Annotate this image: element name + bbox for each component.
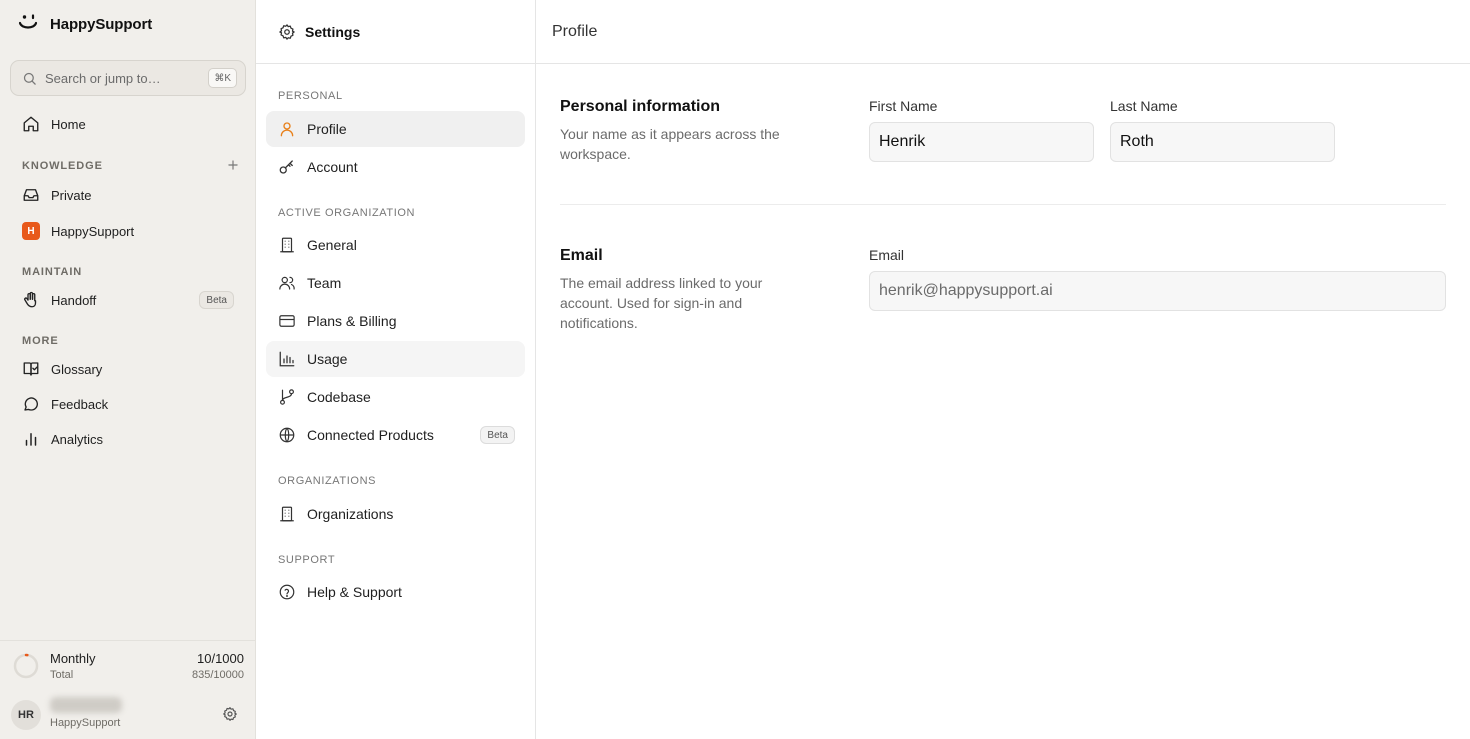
sidebar-item-happysupport[interactable]: H HappySupport [10, 215, 246, 247]
settings-header: Settings [256, 0, 535, 64]
search-bar[interactable]: Search or jump to… ⌘K [10, 60, 246, 96]
credit-card-icon [278, 312, 296, 330]
help-circle-icon [278, 583, 296, 601]
key-icon [278, 158, 296, 176]
search-placeholder: Search or jump to… [45, 70, 161, 86]
brand[interactable]: HappySupport [16, 12, 152, 36]
h-badge-icon: H [22, 222, 40, 240]
settings-item-help-support[interactable]: Help & Support [266, 574, 525, 610]
settings-item-connected-products[interactable]: Connected Products Beta [266, 417, 525, 453]
email-label: Email [869, 247, 905, 263]
search-shortcut: ⌘K [208, 68, 237, 88]
building-icon [278, 236, 296, 254]
git-branch-icon [278, 388, 296, 406]
user-menu[interactable]: HR HappySupport [0, 692, 256, 739]
sidebar-item-label: Home [51, 116, 86, 132]
search-icon [22, 71, 37, 86]
usage-ring [13, 653, 39, 679]
user-org: HappySupport [50, 717, 121, 729]
sidebar-item-analytics[interactable]: Analytics [10, 423, 246, 455]
usage-sub-label: Total [50, 669, 74, 681]
page-title: Profile [552, 22, 598, 40]
personal-info-description: Your name as it appears across the works… [560, 126, 780, 162]
sidebar-item-label: Private [51, 187, 92, 203]
globe-icon [278, 426, 296, 444]
settings-title: Settings [305, 23, 361, 40]
settings-nav: Settings PERSONAL Profile Account ACTIVE… [256, 0, 536, 739]
settings-item-team[interactable]: Team [266, 265, 525, 301]
chart-icon [278, 350, 296, 368]
gear-icon [278, 23, 296, 41]
user-name-redacted [50, 697, 122, 713]
section-knowledge: KNOWLEDGE [22, 160, 103, 172]
inbox-icon [22, 186, 40, 204]
sidebar-item-label: Glossary [51, 361, 103, 377]
settings-item-profile[interactable]: Profile [266, 111, 525, 147]
usage-widget[interactable]: Monthly Total 10/1000 835/10000 [0, 640, 256, 692]
building-icon [278, 505, 296, 523]
email-field[interactable] [869, 271, 1446, 311]
section-personal: PERSONAL [278, 90, 343, 102]
settings-item-label: Profile [307, 121, 347, 137]
sidebar-item-label: Handoff [51, 292, 97, 308]
main-content: Profile Personal information Your name a… [536, 0, 1470, 739]
section-organizations: ORGANIZATIONS [278, 475, 377, 487]
section-active-org: ACTIVE ORGANIZATION [278, 207, 416, 219]
settings-item-plans-billing[interactable]: Plans & Billing [266, 303, 525, 339]
settings-item-label: General [307, 237, 357, 253]
beta-badge: Beta [199, 291, 234, 309]
last-name-input[interactable] [1110, 122, 1335, 162]
settings-item-label: Team [307, 275, 342, 291]
email-description: The email address linked to your account… [560, 275, 763, 331]
beta-badge: Beta [480, 426, 515, 444]
usage-count: 10/1000 [197, 651, 244, 666]
smile-logo-icon [16, 12, 40, 36]
section-maintain: MAINTAIN [22, 266, 83, 278]
settings-item-label: Plans & Billing [307, 313, 397, 329]
settings-item-label: Organizations [307, 506, 394, 522]
sidebar-item-private[interactable]: Private [10, 179, 246, 211]
settings-item-label: Account [307, 159, 358, 175]
usage-total: 835/10000 [192, 669, 244, 681]
user-icon [278, 120, 296, 138]
usage-label: Monthly [50, 651, 96, 666]
hand-icon [22, 291, 40, 309]
sidebar-item-home[interactable]: Home [10, 108, 246, 140]
first-name-input[interactable] [869, 122, 1094, 162]
sidebar-item-feedback[interactable]: Feedback [10, 388, 246, 420]
section-divider [560, 204, 1446, 205]
avatar: HR [11, 700, 41, 730]
book-check-icon [22, 360, 40, 378]
personal-info-title: Personal information [560, 98, 721, 115]
section-support: SUPPORT [278, 554, 336, 566]
main-header: Profile [536, 0, 1470, 64]
settings-item-label: Connected Products [307, 427, 434, 443]
brand-name: HappySupport [50, 15, 153, 33]
app-sidebar: HappySupport Search or jump to… ⌘K Home … [0, 0, 256, 739]
section-more: MORE [22, 335, 59, 347]
sidebar-item-label: Feedback [51, 396, 109, 412]
bar-chart-icon [22, 430, 40, 448]
settings-item-account[interactable]: Account [266, 149, 525, 185]
sidebar-item-label: Analytics [51, 431, 104, 447]
settings-item-general[interactable]: General [266, 227, 525, 263]
h-badge: H [22, 222, 40, 240]
gear-icon[interactable] [222, 706, 238, 722]
sidebar-item-label: HappySupport [51, 223, 135, 239]
home-icon [22, 115, 40, 133]
settings-item-label: Usage [307, 351, 348, 367]
message-circle-icon [22, 395, 40, 413]
settings-item-usage[interactable]: Usage [266, 341, 525, 377]
settings-item-label: Help & Support [307, 584, 402, 600]
settings-item-organizations[interactable]: Organizations [266, 496, 525, 532]
settings-item-label: Codebase [307, 389, 371, 405]
users-icon [278, 274, 296, 292]
first-name-label: First Name [869, 98, 938, 114]
settings-item-codebase[interactable]: Codebase [266, 379, 525, 415]
add-knowledge-icon[interactable] [226, 158, 240, 172]
last-name-label: Last Name [1110, 98, 1178, 114]
sidebar-item-glossary[interactable]: Glossary [10, 353, 246, 385]
email-section-title: Email [560, 247, 603, 264]
sidebar-item-handoff[interactable]: Handoff Beta [10, 284, 246, 316]
